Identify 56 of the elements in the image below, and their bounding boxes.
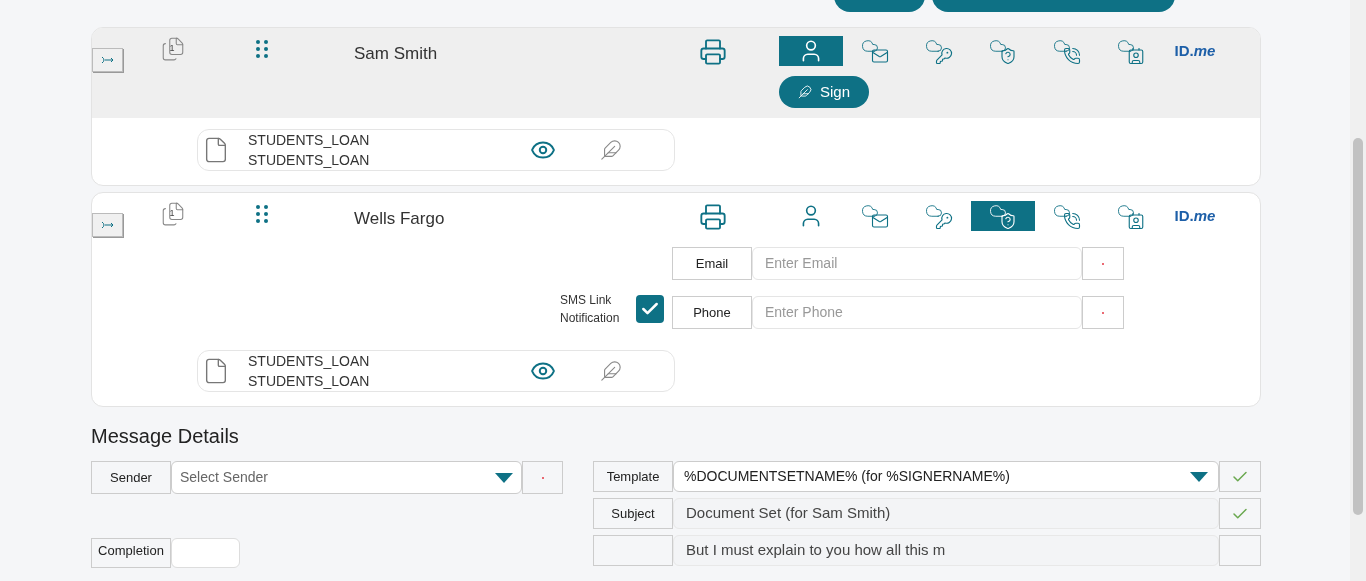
template-select[interactable]: %DOCUMENTSETNAME% (for %SIGNERNAME%) (673, 461, 1219, 492)
auth-method-tab[interactable] (779, 36, 843, 66)
sms-notification-label: SMS Link Notification (560, 292, 621, 327)
scrollbar-thumb[interactable] (1353, 138, 1363, 515)
completion-input[interactable] (171, 538, 240, 568)
print-button[interactable] (699, 203, 727, 231)
cloud-key-icon (925, 202, 953, 230)
recipient-name: Sam Smith (354, 43, 439, 65)
cloud-person-icon (1117, 37, 1145, 65)
cloud-person-icon (1117, 202, 1145, 230)
field-label: Sender (91, 461, 171, 494)
dropdown-caret-icon (1190, 471, 1208, 482)
cloud-shield-icon (989, 37, 1017, 65)
route-button[interactable] (92, 48, 123, 72)
field-label: Subject (593, 498, 673, 529)
contact-input[interactable]: Enter Email (752, 247, 1082, 280)
idme-logo: ID.me (1174, 40, 1216, 61)
sign-button[interactable]: Sign (779, 76, 869, 108)
document-item[interactable]: STUDENTS_LOAN STUDENTS_LOAN (197, 350, 675, 392)
text-input[interactable]: Document Set (for Sam Smith) (673, 498, 1219, 529)
auth-method-tab[interactable]: ID.me (1163, 36, 1227, 66)
scrollbar[interactable] (1350, 0, 1366, 581)
cloud-phone-icon (1053, 37, 1081, 65)
field-label: Template (593, 461, 673, 492)
section-title: Message Details (91, 424, 240, 449)
cloud-mail-icon (861, 202, 889, 230)
route-button[interactable] (92, 213, 123, 237)
route-icon (100, 221, 115, 229)
sms-checkbox[interactable] (636, 295, 664, 323)
route-icon (100, 56, 115, 64)
document-title: STUDENTS_LOAN (248, 372, 371, 391)
cloud-phone-icon (1053, 202, 1081, 230)
drag-handle-icon[interactable] (256, 205, 268, 223)
sign-field-button[interactable] (600, 139, 622, 161)
sender-select[interactable]: Select Sender (171, 461, 522, 494)
cloud-shield-icon (989, 202, 1017, 230)
contact-input[interactable]: Enter Phone (752, 296, 1082, 329)
cloud-key-icon (925, 37, 953, 65)
document-name: STUDENTS_LOAN (248, 131, 371, 150)
document-item[interactable]: STUDENTS_LOAN STUDENTS_LOAN (197, 129, 675, 171)
idme-logo: ID.me (1174, 205, 1216, 226)
document-name: STUDENTS_LOAN (248, 352, 371, 371)
cloud-mail-icon (861, 37, 889, 65)
pen-icon (798, 85, 812, 99)
sign-field-button[interactable] (600, 360, 622, 382)
text-input[interactable]: But I must explain to you how all this m (673, 535, 1219, 566)
field-label: Completion (91, 538, 171, 568)
recipient-name: Wells Fargo (354, 208, 446, 230)
dropdown-caret-icon (495, 472, 513, 483)
print-button[interactable] (699, 38, 727, 66)
drag-handle-icon[interactable] (256, 40, 268, 58)
document-title: STUDENTS_LOAN (248, 151, 371, 170)
field-label: Phone (672, 296, 752, 329)
auth-method-tab[interactable]: ID.me (1163, 201, 1227, 231)
field-label: Email (672, 247, 752, 280)
auth-method-tab[interactable] (971, 201, 1035, 231)
